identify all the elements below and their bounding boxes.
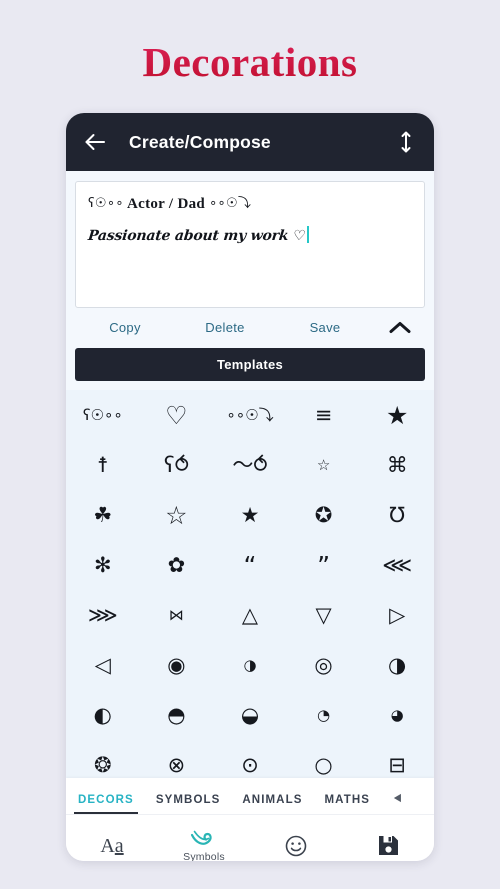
- symbols-button[interactable]: Symbols: [158, 829, 250, 862]
- symbol-cell[interactable]: ◔: [287, 690, 361, 740]
- compose-line-2: Passionate about my work ♡: [87, 228, 306, 244]
- templates-button[interactable]: Templates: [75, 348, 425, 381]
- symbol-cell[interactable]: 〜⥀: [213, 440, 287, 490]
- symbol-cell[interactable]: ✪: [287, 490, 361, 540]
- smiley-face-icon: [284, 834, 308, 858]
- font-aa-icon: Aa: [100, 834, 124, 857]
- page-title: Decorations: [0, 0, 500, 85]
- symbol-cell[interactable]: ✿: [140, 540, 214, 590]
- compose-line-1: ʕ☉∘∘ Actor / Dad ∘∘☉⤵: [88, 192, 412, 213]
- symbol-cell[interactable]: ◓: [140, 690, 214, 740]
- chevron-up-icon[interactable]: [375, 321, 425, 334]
- templates-container: Templates: [66, 346, 434, 390]
- symbol-cell[interactable]: △: [213, 590, 287, 640]
- decoration-suffix-glyph: ∘∘☉⤵: [209, 196, 252, 211]
- floppy-disk-save-icon: [377, 834, 400, 857]
- symbol-cell[interactable]: ◐: [66, 690, 140, 740]
- symbol-cell[interactable]: ∘∘☉⤵: [213, 390, 287, 440]
- decoration-prefix-glyph: ʕ☉∘∘: [88, 196, 124, 211]
- symbol-cell[interactable]: ★: [360, 390, 434, 440]
- symbol-cell[interactable]: ☨: [66, 440, 140, 490]
- tab-maths[interactable]: MATHS: [324, 794, 370, 814]
- symbol-cell[interactable]: ◁: [66, 640, 140, 690]
- symbol-cell[interactable]: ◑: [360, 640, 434, 690]
- symbol-cell[interactable]: ℧: [360, 490, 434, 540]
- phone-screen: Create/Compose ʕ☉∘∘ Actor / Dad ∘∘☉⤵ Pas…: [66, 113, 434, 861]
- heart-icon: ♡: [292, 228, 307, 244]
- copy-button[interactable]: Copy: [75, 320, 175, 335]
- symbol-cell[interactable]: ◕: [360, 690, 434, 740]
- symbol-cell[interactable]: “: [213, 540, 287, 590]
- symbol-cell[interactable]: ▷: [360, 590, 434, 640]
- app-bar: Create/Compose: [66, 113, 434, 171]
- symbol-cell[interactable]: ♡: [140, 390, 214, 440]
- action-row: Copy Delete Save: [66, 308, 434, 346]
- symbol-cell[interactable]: ⋙: [66, 590, 140, 640]
- font-button[interactable]: Aa: [66, 836, 158, 856]
- compose-textarea[interactable]: ʕ☉∘∘ Actor / Dad ∘∘☉⤵ Passionate about m…: [75, 181, 425, 308]
- symbol-cell[interactable]: ☆: [140, 490, 214, 540]
- symbol-cell[interactable]: ⌘: [360, 440, 434, 490]
- symbol-cell[interactable]: ⊗: [140, 740, 214, 778]
- text-caret: [307, 226, 310, 243]
- symbol-cell[interactable]: ☘: [66, 490, 140, 540]
- symbol-grid-area[interactable]: ʕ☉∘∘ ♡ ∘∘☉⤵ ≡ ★ ☨ ʕ⥀ 〜⥀ ☆ ⌘ ☘ ☆ ★ ✪ ℧ ✻ …: [66, 390, 434, 778]
- symbol-cell[interactable]: ❂: [66, 740, 140, 778]
- symbol-cell[interactable]: ◒: [213, 690, 287, 740]
- symbol-cell[interactable]: ⋈: [140, 590, 214, 640]
- arrows-vertical-icon[interactable]: [394, 129, 418, 155]
- symbol-cell[interactable]: ≡: [287, 390, 361, 440]
- symbol-cell[interactable]: ▽: [287, 590, 361, 640]
- compose-line-2-row: Passionate about my work ♡: [87, 213, 412, 245]
- compose-line-1-text: Actor / Dad: [127, 196, 206, 212]
- symbol-grid: ʕ☉∘∘ ♡ ∘∘☉⤵ ≡ ★ ☨ ʕ⥀ 〜⥀ ☆ ⌘ ☘ ☆ ★ ✪ ℧ ✻ …: [66, 390, 434, 778]
- symbol-cell[interactable]: ✻: [66, 540, 140, 590]
- symbol-cell[interactable]: ◉: [140, 640, 214, 690]
- wave-symbol-icon: [190, 829, 218, 849]
- editor-container: ʕ☉∘∘ Actor / Dad ∘∘☉⤵ Passionate about m…: [66, 171, 434, 308]
- compose-line-2-text: Passionate about my work: [87, 228, 290, 244]
- symbol-cell[interactable]: ⊙: [213, 740, 287, 778]
- symbol-cell[interactable]: ☆: [287, 440, 361, 490]
- symbols-button-label: Symbols: [183, 850, 225, 862]
- tab-overflow-icon[interactable]: ⯇: [392, 791, 404, 814]
- symbol-cell[interactable]: ”: [287, 540, 361, 590]
- symbol-cell[interactable]: ʕ☉∘∘: [66, 390, 140, 440]
- symbol-cell[interactable]: ◑: [213, 640, 287, 690]
- tab-symbols[interactable]: SYMBOLS: [156, 794, 221, 814]
- symbol-cell[interactable]: ⋘: [360, 540, 434, 590]
- tab-decors[interactable]: DECORS: [74, 794, 138, 814]
- tab-animals[interactable]: ANIMALS: [242, 794, 302, 814]
- symbol-cell[interactable]: ○: [287, 740, 361, 778]
- symbol-cell[interactable]: ⊟: [360, 740, 434, 778]
- bottom-navigation: Aa Symbols: [66, 814, 434, 861]
- emoji-button[interactable]: [250, 834, 342, 858]
- symbol-cell[interactable]: ★: [213, 490, 287, 540]
- save-file-button[interactable]: [342, 834, 434, 857]
- save-button[interactable]: Save: [275, 320, 375, 335]
- category-tabs: DECORS SYMBOLS ANIMALS MATHS ⯇: [66, 778, 434, 814]
- symbol-cell[interactable]: ◎: [287, 640, 361, 690]
- arrow-left-icon[interactable]: [82, 129, 108, 155]
- app-bar-title: Create/Compose: [129, 131, 271, 152]
- delete-button[interactable]: Delete: [175, 320, 275, 335]
- symbol-cell[interactable]: ʕ⥀: [140, 440, 214, 490]
